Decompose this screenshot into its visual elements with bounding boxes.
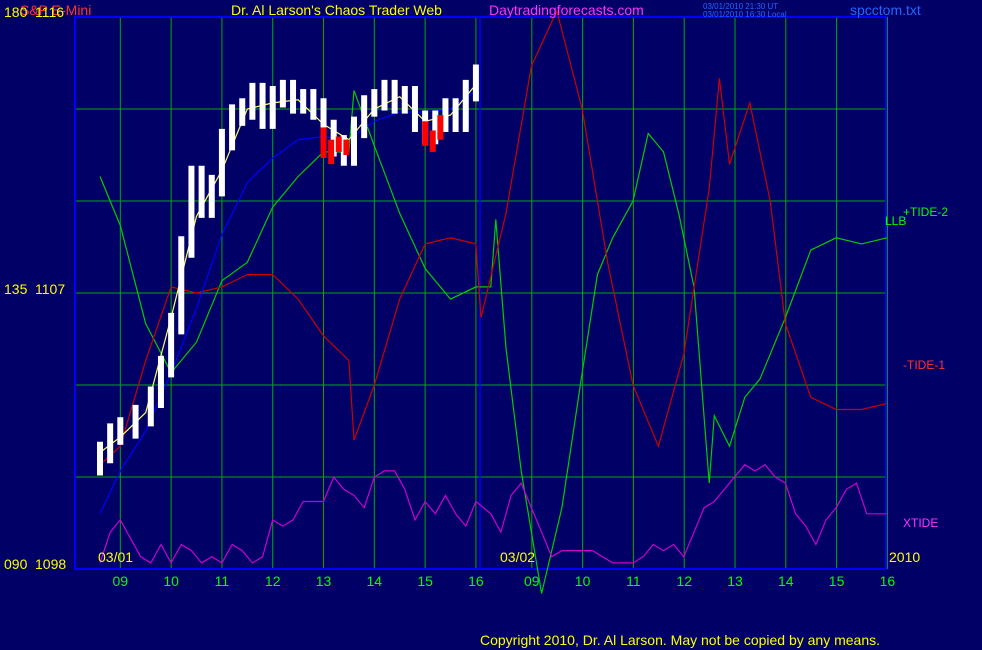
y-osc-top: 180	[4, 4, 28, 20]
hour-tick-label: 13	[727, 573, 743, 589]
chart-title: Dr. Al Larson's Chaos Trader Web	[231, 2, 442, 18]
hour-tick-label: 10	[575, 573, 591, 589]
y-price-bottom: 1098	[35, 556, 67, 572]
series-price-ma	[99, 84, 477, 453]
y-osc-mid: 135	[4, 281, 28, 297]
series--tide-1	[99, 9, 888, 466]
legend-tide2: +TIDE-2	[903, 205, 949, 219]
hour-tick-label: 15	[829, 573, 845, 589]
series-llb	[99, 90, 477, 515]
hour-tick-label: 16	[468, 573, 484, 589]
chart-plot: 09 10 11 12 13 14 15 16 09 10 11 12 13 14 15 16	[74, 9, 896, 594]
y-price-top: 1116	[35, 4, 65, 20]
y-price-mid: 1107	[35, 281, 66, 297]
site-label: Daytradingforecasts.com	[489, 2, 644, 18]
copyright: Copyright 2010, Dr. Al Larson. May not b…	[480, 632, 881, 648]
hour-tick-label: 12	[265, 573, 281, 589]
hour-tick-label: 10	[163, 573, 179, 589]
hour-tick-label: 14	[367, 573, 383, 589]
hour-tick-label: 14	[778, 573, 794, 589]
legend-tide1: -TIDE-1	[903, 358, 945, 372]
year-label: 2010	[889, 549, 921, 565]
hour-tick-label: 13	[316, 573, 332, 589]
hour-tick-label: 11	[215, 573, 230, 589]
timestamp-local: 03/01/2010 16:30 Local	[703, 10, 787, 19]
series-xtide	[99, 463, 887, 565]
hour-tick-label: 16	[880, 573, 896, 589]
filename-label: spcctom.txt	[850, 2, 921, 18]
hour-tick-label: 09	[113, 573, 129, 589]
date-label-2: 03/02	[500, 549, 536, 565]
hour-tick-label: 12	[676, 573, 692, 589]
hour-tick-label: 15	[417, 573, 433, 589]
y-osc-bottom: 090	[4, 556, 28, 572]
date-label-1: 03/01	[98, 549, 134, 565]
legend-xtide: XTIDE	[903, 516, 939, 530]
hour-tick-label: 11	[626, 573, 641, 589]
hour-tick-label: 09	[524, 573, 540, 589]
legend-llb: LLB	[885, 214, 907, 228]
